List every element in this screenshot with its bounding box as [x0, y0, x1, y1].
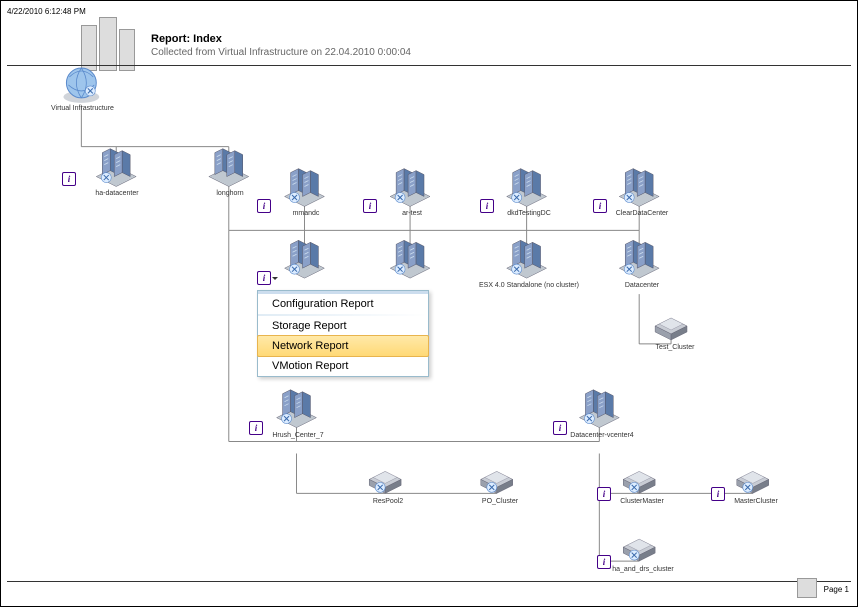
node-artest: ar-test: [387, 210, 437, 217]
node-mastercluster: MasterCluster: [725, 498, 787, 505]
node-testcluster: Test_Cluster: [645, 344, 705, 351]
menu-item-storage[interactable]: Storage Report: [258, 316, 428, 336]
node-clear: ClearDataCenter: [607, 210, 677, 217]
info-icon[interactable]: i: [257, 199, 271, 213]
node-respool: ResPool2: [363, 498, 413, 505]
node-ha: ha-datacenter: [89, 190, 145, 197]
node-clustermaster: ClusterMaster: [611, 498, 673, 505]
node-hrush: Hrush_Center_7: [265, 432, 331, 439]
report-menu: Configuration Report Storage Report Netw…: [257, 290, 429, 377]
node-hadrs: ha_and_drs_cluster: [605, 566, 681, 573]
menu-item-network[interactable]: Network Report: [257, 335, 429, 357]
report-subtitle: Collected from Virtual Infrastructure on…: [151, 47, 411, 58]
report-title: Report: Index: [151, 33, 222, 45]
node-dkd: dkdTestingDC: [501, 210, 557, 217]
divider-bottom: [7, 581, 851, 582]
info-icon[interactable]: i: [480, 199, 494, 213]
info-icon[interactable]: i: [597, 555, 611, 569]
node-pocluster: PO_Cluster: [473, 498, 527, 505]
info-icon[interactable]: i: [363, 199, 377, 213]
page-number: Page 1: [824, 585, 849, 594]
info-dropdown[interactable]: i: [257, 271, 271, 285]
menu-item-configuration[interactable]: Configuration Report: [258, 294, 428, 314]
node-dc: Datacenter: [615, 282, 669, 289]
topology-canvas: Virtual Infrastructure ha-datacenter lon…: [1, 65, 857, 580]
info-icon[interactable]: i: [62, 172, 76, 186]
info-icon[interactable]: i: [711, 487, 725, 501]
timestamp: 4/22/2010 6:12:48 PM: [7, 7, 86, 16]
node-dcv4: Datacenter-vcenter4: [555, 432, 649, 439]
info-icon[interactable]: i: [597, 487, 611, 501]
info-icon[interactable]: i: [593, 199, 607, 213]
node-root: Virtual Infrastructure: [51, 105, 111, 112]
header-decoration: [81, 17, 137, 71]
menu-item-vmotion[interactable]: VMotion Report: [258, 356, 428, 376]
footer-decoration: [797, 578, 817, 598]
node-mmandc: mmandc: [281, 210, 331, 217]
node-longhorn: longhorn: [203, 190, 257, 197]
info-icon[interactable]: i: [553, 421, 567, 435]
node-esx: ESX 4.0 Standalone (no cluster): [461, 282, 597, 289]
info-icon[interactable]: i: [249, 421, 263, 435]
